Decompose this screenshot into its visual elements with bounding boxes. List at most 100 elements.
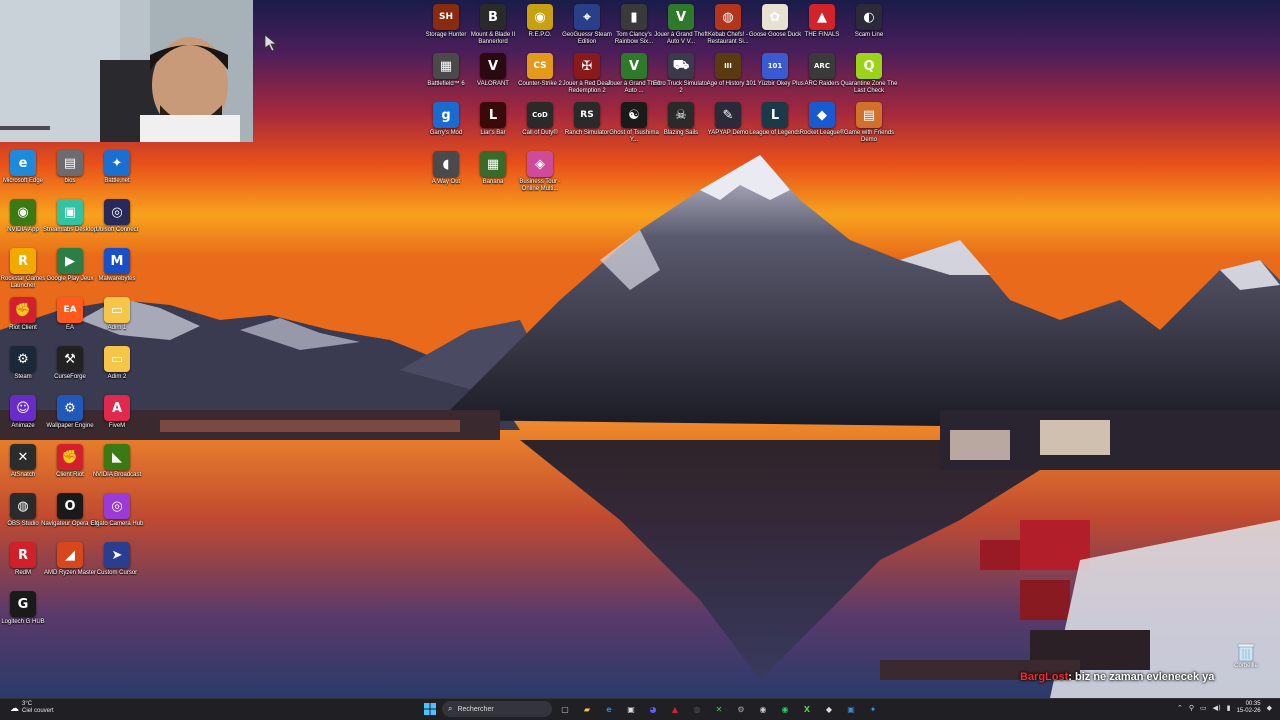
desktop-shortcut[interactable]: g Garry's Mod <box>419 102 473 146</box>
desktop-shortcut[interactable]: ⛟ Euro Truck Simulator 2 <box>653 53 709 97</box>
app-icon: ▦ <box>480 151 506 177</box>
task-view-icon[interactable]: ▢ <box>558 702 572 716</box>
xbox-app-icon[interactable]: X <box>800 702 814 716</box>
shortcut-label: Ubisoft Connect <box>95 227 139 233</box>
desktop-shortcut[interactable]: L League of Legends <box>748 102 802 146</box>
desktop-shortcut[interactable]: ➤ Custom Cursor <box>90 542 144 586</box>
desktop-shortcut[interactable]: ▭ Adim 1 <box>90 297 144 341</box>
desktop-shortcut[interactable]: ▤ Game with Friends Demo <box>842 102 896 146</box>
taskbar-search-box[interactable]: ⌕ Rechercher <box>442 701 552 717</box>
desktop-shortcut[interactable]: ✊ Client Riot <box>43 444 97 488</box>
desktop-shortcut[interactable]: ◍ Kebab Chefs! - Restaurant Si... <box>701 4 755 48</box>
mouse-cursor-icon <box>264 34 278 52</box>
shortcut-label: Game with Friends Demo <box>843 130 895 143</box>
desktop-shortcut[interactable]: O Navigateur Opera GX <box>41 493 99 537</box>
desktop-shortcut[interactable]: ▶ Google Play Jeux <box>43 248 97 292</box>
shortcut-label: Quarantine Zone The Last Check <box>840 81 898 94</box>
app-icon: ▦ <box>433 53 459 79</box>
desktop-shortcut[interactable]: ⚒ CurseForge <box>43 346 97 390</box>
riot-icon[interactable]: ▲ <box>668 702 682 716</box>
photos-icon[interactable]: ▣ <box>844 702 858 716</box>
app-icon: ◉ <box>527 4 553 30</box>
app-icon: ▣ <box>57 199 83 225</box>
app-icon: 101 <box>762 53 788 79</box>
desktop-shortcut[interactable]: ☠ Blazing Sails <box>654 102 708 146</box>
desktop-shortcut[interactable]: ▭ Adim 2 <box>90 346 144 390</box>
app-icon: ✎ <box>715 102 741 128</box>
shortcut-label: Battle.net <box>104 178 130 184</box>
app-icon: ▮ <box>621 4 647 30</box>
taskbar-clock[interactable]: 00:35 15-02-26 <box>1237 701 1261 715</box>
stream-chat-message: BargLost: biz ne zaman evlenecek ya <box>1020 671 1214 683</box>
desktop-shortcut[interactable]: ◢ AMD Ryzen Master <box>43 542 97 586</box>
weather-widget[interactable]: ☁ 3°C Ciel couvert <box>10 701 54 715</box>
start-button[interactable] <box>423 702 437 716</box>
app-icon: g <box>433 102 459 128</box>
desktop-shortcut[interactable]: ◖ A Way Out <box>419 151 473 195</box>
desktop-shortcut[interactable]: Q Quarantine Zone The Last Check <box>840 53 898 97</box>
recycle-bin[interactable]: Corbeille <box>1228 642 1264 669</box>
volume-icon[interactable]: ◀) <box>1213 704 1221 712</box>
app-icon: III <box>715 53 741 79</box>
microphone-icon[interactable]: ⚲ <box>1189 704 1194 712</box>
app-icon: V <box>480 53 506 79</box>
shortcut-label: Business Tour - Online Multi... <box>519 179 561 192</box>
app-icon: CoD <box>527 102 553 128</box>
chevron-up-icon[interactable]: ⌃ <box>1177 704 1183 712</box>
clock-date: 15-02-26 <box>1236 708 1261 714</box>
battery-icon[interactable]: ▮ <box>1227 704 1231 712</box>
app-icon: ⌖ <box>574 4 600 30</box>
desktop-shortcut[interactable]: ✿ Goose Goose Duck <box>748 4 802 48</box>
file-explorer-icon[interactable]: ▰ <box>580 702 594 716</box>
desktop-shortcut[interactable]: ▲ THE FINALS <box>795 4 849 48</box>
desktop-shortcut[interactable]: ◈ Business Tour - Online Multi... <box>513 151 567 195</box>
desktop-shortcut[interactable]: CoD Call of Duty® <box>513 102 567 146</box>
desktop-shortcut[interactable]: ▣ Streamlabs Desktop <box>43 199 97 243</box>
desktop-shortcut[interactable]: ◎ Elgato Camera Hub <box>90 493 144 537</box>
app-icon: ⛟ <box>668 53 694 79</box>
app-icon: ◍ <box>715 4 741 30</box>
desktop-shortcut[interactable]: ▤ bios <box>43 150 97 194</box>
desktop-shortcut[interactable]: 101 101 Yüzbir Okey Plus <box>746 53 804 97</box>
app-icon: SH <box>433 4 459 30</box>
desktop-shortcut[interactable]: A FiveM <box>90 395 144 439</box>
shortcut-label: Adim 1 <box>107 325 127 331</box>
desktop-shortcut[interactable]: ☯ Ghost of Tsushima Y... <box>607 102 661 146</box>
desktop-shortcut[interactable]: ✎ YAPYAP Demo <box>701 102 755 146</box>
recycle-bin-label: Corbeille <box>1234 663 1258 669</box>
capcut-icon[interactable]: ◆ <box>822 702 836 716</box>
desktop-shortcut[interactable]: ◣ NVIDIA Broadcast <box>90 444 144 488</box>
discord-icon[interactable]: ◕ <box>646 702 660 716</box>
desktop-shortcut[interactable]: ◎ Ubisoft Connect <box>90 199 144 243</box>
notification-bell-icon[interactable]: ◆ <box>1267 704 1272 712</box>
desktop-shortcut[interactable]: III Age of History 3 <box>701 53 755 97</box>
epic-icon[interactable]: ◍ <box>690 702 704 716</box>
store-icon[interactable]: ▣ <box>624 702 638 716</box>
app-icon: ☠ <box>668 102 694 128</box>
app-icon: ▲ <box>809 4 835 30</box>
vscode-icon[interactable]: ✦ <box>866 702 880 716</box>
app-icon: ▤ <box>856 102 882 128</box>
spotify-icon[interactable]: ◉ <box>778 702 792 716</box>
network-icon[interactable]: ▭ <box>1200 704 1207 712</box>
edge-icon[interactable]: e <box>602 702 616 716</box>
desktop-shortcut[interactable]: ✦ Battle.net <box>90 150 144 194</box>
steam-icon[interactable]: ⚙ <box>734 702 748 716</box>
desktop-shortcut[interactable]: V VALORANT <box>466 53 520 97</box>
desktop-shortcut[interactable]: G Logitech G HUB <box>0 591 50 635</box>
desktop-shortcut[interactable]: EA EA <box>43 297 97 341</box>
app-icon: ▤ <box>57 150 83 176</box>
system-tray: ⌃ ⚲ ▭ ◀) ▮ 00:35 15-02-26 ◆ <box>1177 701 1272 715</box>
app-icon: ◣ <box>104 444 130 470</box>
xbox-icon[interactable]: ✕ <box>712 702 726 716</box>
github-icon[interactable]: ◉ <box>756 702 770 716</box>
app-icon: CS <box>527 53 553 79</box>
desktop-shortcut[interactable]: ▦ Battlefield™ 6 <box>419 53 473 97</box>
weather-temperature: 3°C <box>22 701 33 707</box>
desktop-shortcut[interactable]: ◐ Scam Line <box>842 4 896 48</box>
desktop-shortcut[interactable]: M Malwarebytes <box>90 248 144 292</box>
desktop-shortcut[interactable]: B Mount & Blade II Bannerlord <box>466 4 520 48</box>
desktop-shortcut[interactable]: ⚙ Wallpaper Engine <box>43 395 97 439</box>
app-icon: R <box>10 542 36 568</box>
desktop-shortcut[interactable]: L Liar's Bar <box>466 102 520 146</box>
